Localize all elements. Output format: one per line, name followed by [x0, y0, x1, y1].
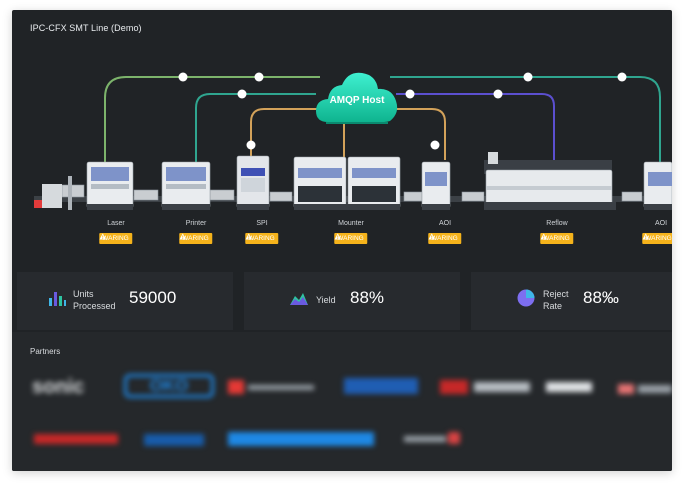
kpi-reject-value: 88‰ — [583, 288, 619, 307]
kpi-reject-rate: Reject Rate 88‰ — [471, 272, 672, 330]
station-label-aoi-right: AOI — [654, 220, 668, 227]
pie-chart-icon — [517, 289, 535, 307]
warning-badge-aoi-right[interactable]: WARING — [642, 233, 672, 244]
kpi-units-label-line2: Processed — [73, 301, 116, 311]
station-label-aoi: AOI — [438, 220, 452, 227]
partner-logo-11[interactable] — [404, 432, 462, 446]
warning-badge-aoi[interactable]: WARING — [428, 233, 462, 244]
station-label-spi: SPI — [256, 220, 268, 227]
partner-logo-9[interactable] — [144, 434, 204, 446]
kpi-yield: Yield 88% — [244, 272, 460, 330]
printer-machine — [161, 161, 211, 210]
amqp-host-label: AMQP Host — [329, 95, 385, 106]
station-label-printer: Printer — [185, 220, 207, 227]
kpi-units-processed: Units Processed 59000 — [17, 272, 233, 330]
partners-panel: Partners sonic OKO — [12, 332, 672, 471]
dashboard-frame: IPC-CFX SMT Line (Demo) AMQP Host Laser … — [12, 10, 672, 471]
partner-logo-5[interactable] — [440, 380, 532, 394]
partner-logo-4[interactable] — [344, 378, 418, 394]
partner-logo-6[interactable] — [546, 380, 592, 394]
warning-badge-mounter[interactable]: WARING — [334, 233, 368, 244]
station-label-laser: Laser — [107, 220, 125, 227]
kpi-reject-label-line2: Rate — [543, 301, 563, 311]
warning-badge-printer[interactable]: WARING — [179, 233, 213, 244]
station-label-mounter: Mounter — [338, 220, 364, 227]
kpi-reject-label-line1: Reject — [543, 289, 569, 299]
amqp-host-node[interactable]: AMQP Host — [314, 69, 400, 125]
warning-icon — [245, 233, 252, 240]
warning-icon — [99, 233, 106, 240]
partners-title: Partners — [30, 347, 61, 356]
smt-line-diagram: AMQP Host Laser Printer SPI Mounter AOI … — [12, 10, 672, 268]
warning-badge-spi[interactable]: WARING — [245, 233, 279, 244]
partner-logo-7[interactable] — [618, 382, 672, 396]
kpi-yield-label: Yield — [316, 295, 336, 305]
spi-machine — [236, 155, 270, 210]
partner-logo-10[interactable] — [228, 430, 374, 448]
kpi-units-label-line1: Units — [73, 289, 94, 299]
aoi-machine — [421, 161, 451, 210]
laser-machine — [86, 161, 134, 210]
warning-icon — [428, 233, 435, 240]
station-label-reflow: Reflow — [546, 220, 568, 227]
partner-logo-3[interactable] — [228, 380, 318, 394]
warning-icon — [179, 233, 186, 240]
connection-lines — [34, 72, 672, 210]
reflow-machine — [484, 152, 616, 210]
partner-logo-sonic[interactable]: sonic — [32, 376, 84, 399]
warning-icon — [334, 233, 341, 240]
partner-logo-oko[interactable]: OKO — [124, 374, 214, 398]
warning-badge-reflow[interactable]: WARING — [540, 233, 574, 244]
aoi-right-machine — [643, 161, 672, 210]
partner-logo-8[interactable] — [34, 432, 118, 446]
warning-icon — [642, 233, 649, 240]
kpi-yield-value: 88% — [350, 288, 385, 307]
area-chart-icon — [290, 293, 308, 305]
warning-badge-laser[interactable]: WARING — [99, 233, 133, 244]
bar-chart-icon — [49, 292, 66, 306]
mounter-machine — [293, 156, 401, 210]
kpi-units-value: 59000 — [129, 288, 177, 307]
warning-icon — [540, 233, 547, 240]
